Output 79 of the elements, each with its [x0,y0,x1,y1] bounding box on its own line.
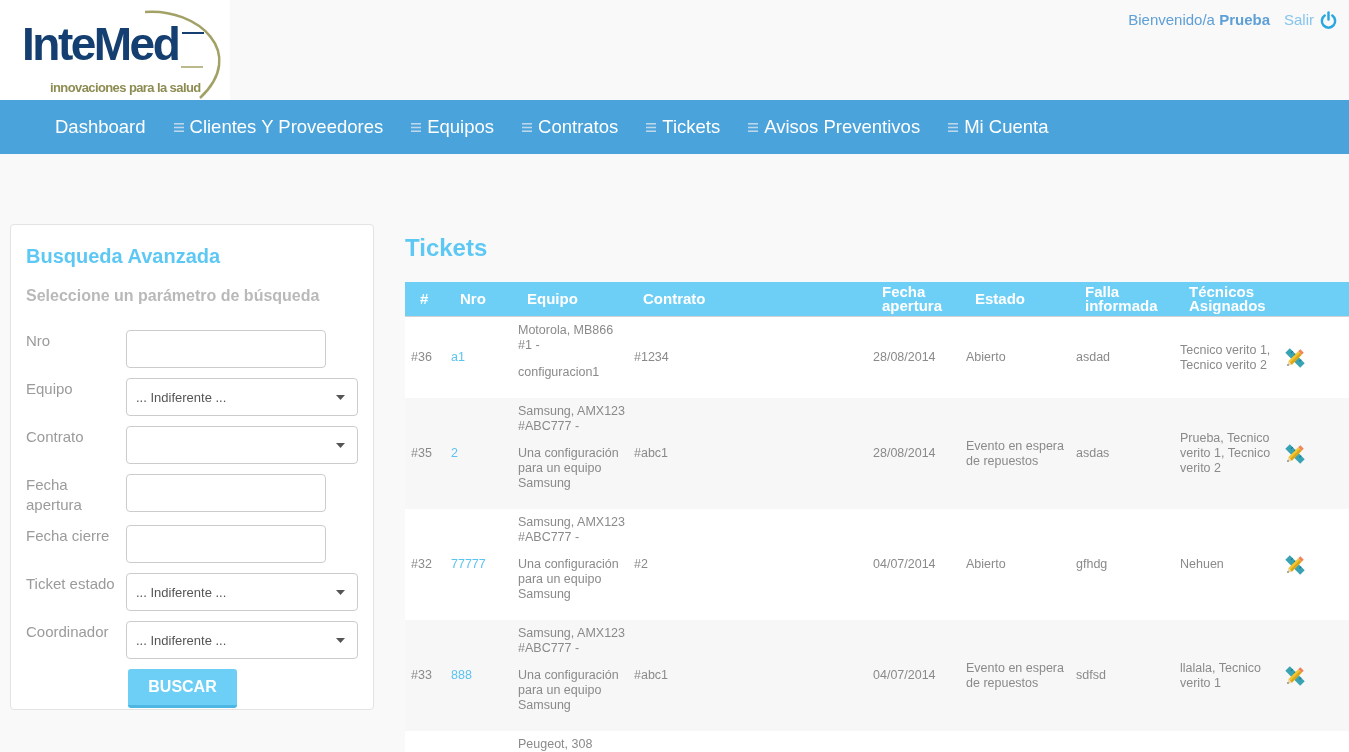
ticket-number: #33 [411,668,432,683]
equipment-text: Samsung, AMX123 #ABC777 - [518,404,626,434]
date-text: 04/07/2014 [873,668,936,683]
contract-text: #1234 [634,350,669,365]
field-label: Contrato [26,427,85,447]
equipment-text: Motorola, MB866 #1 - [518,323,615,353]
column-header: Técnicos Asignados [1189,285,1267,313]
nav-link[interactable]: Avisos Preventivos [748,115,921,139]
caret-icon [336,394,345,400]
column-header: # [420,292,429,306]
select-field[interactable]: ... Indiferente ... [126,573,358,611]
logout-link[interactable]: Salir [1284,10,1338,30]
configuration-text: Una configuración para un equipo Samsung [518,446,620,491]
caret-icon [336,442,345,448]
fault-text: gfhdg [1076,557,1108,572]
select-field[interactable]: ... Indiferente ... [126,378,358,416]
text-field[interactable] [126,330,326,368]
nav-link[interactable]: Clientes Y Proveedores [173,115,384,139]
field-label: Fecha apertura [26,475,83,515]
technicians-text: Nehuen [1180,557,1224,572]
date-text: 04/07/2014 [873,557,936,572]
brand-name: InteMed [22,19,179,69]
configuration-text: configuracion1 [518,365,600,380]
equipment-text: Samsung, AMX123 #ABC777 - [518,515,626,545]
panel-title: Busqueda Avanzada [26,244,222,269]
field-label: Ticket estado [26,574,116,594]
status-text: Evento en espera de repuestos [966,438,1065,469]
equipment-text: Samsung, AMX123 #ABC777 - [518,626,626,656]
technicians-text: Tecnico verito 1, Tecnico verito 2 [1180,342,1272,373]
column-header: Nro [460,292,486,306]
configuration-text: Una configuración para un equipo Samsung [518,668,620,713]
select-field[interactable] [126,426,358,464]
equipment-text: Peugeot, 308 [518,737,593,752]
contract-text: #2 [634,557,648,572]
ticket-number: #35 [411,446,432,461]
select-field[interactable]: ... Indiferente ... [126,621,358,659]
ticket-link[interactable]: 888 [451,668,472,683]
ticket-link[interactable]: a1 [451,350,465,365]
ticket-number: #32 [411,557,432,572]
configuration-text: Una configuración para un equipo Samsung [518,557,620,602]
panel-subtitle: Seleccione un parámetro de búsqueda [26,286,321,306]
column-header: Fecha apertura [882,285,944,313]
fault-text: asdad [1076,350,1111,365]
nav-link[interactable]: Tickets [646,115,721,139]
status-text: Evento en espera de repuestos [966,660,1065,691]
search-button[interactable]: BUSCAR [128,669,237,708]
date-text: 28/08/2014 [873,350,936,365]
nav-link[interactable]: Equipos [411,115,495,139]
status-text: Abierto [966,557,1006,572]
ticket-link[interactable]: 77777 [451,557,486,572]
nav-link[interactable]: Mi Cuenta [948,115,1049,139]
power-icon [1319,10,1338,30]
brand-tagline: innovaciones para la salud [50,80,201,96]
ticket-number: #36 [411,350,432,365]
column-header: Equipo [527,292,578,306]
field-label: Equipo [26,379,74,399]
contract-text: #abc1 [634,446,669,461]
contract-text: #abc1 [634,668,669,683]
technicians-text: Prueba, Tecnico verito 1, Tecnico verito 2 [1180,431,1272,476]
fault-text: sdfsd [1076,668,1106,683]
nav-link[interactable]: Dashboard [55,115,146,139]
field-label: Fecha cierre [26,526,111,546]
text-field[interactable] [126,474,326,512]
fault-text: asdas [1076,446,1110,461]
column-header: Falla informada [1085,285,1159,313]
text-field[interactable] [126,525,326,563]
technicians-text: llalala, Tecnico verito 1 [1180,660,1263,691]
ticket-link[interactable]: 2 [451,446,458,461]
caret-icon [336,637,345,643]
nav-link[interactable]: Contratos [522,115,619,139]
welcome-text: Bienvenido/a Prueba [1128,10,1270,30]
page-title: Tickets [405,233,488,263]
field-label: Nro [26,331,52,351]
caret-icon [336,589,345,595]
date-text: 28/08/2014 [873,446,936,461]
field-label: Coordinador [26,622,110,642]
column-header: Contrato [643,292,706,306]
column-header: Estado [975,292,1025,306]
status-text: Abierto [966,350,1006,365]
